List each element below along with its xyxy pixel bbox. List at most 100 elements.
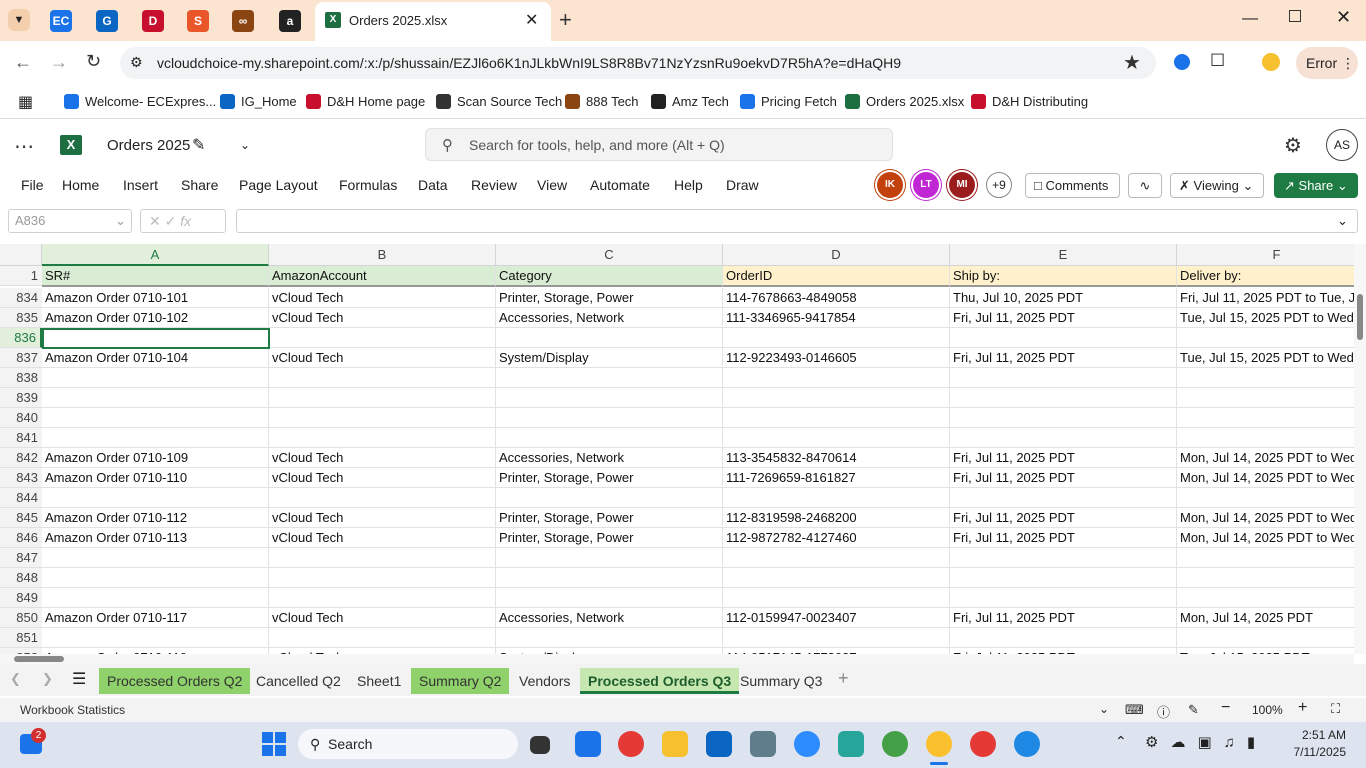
table-cell[interactable] bbox=[496, 568, 723, 588]
table-cell[interactable]: Amazon Order 0710-109 bbox=[42, 448, 269, 468]
comments-button[interactable]: □ Comments bbox=[1025, 173, 1120, 198]
collaborators-more[interactable]: +9 bbox=[986, 172, 1012, 198]
table-cell[interactable]: Fri, Jul 11, 2025 PDT bbox=[950, 348, 1177, 368]
table-cell[interactable] bbox=[269, 428, 496, 448]
zoom-out-button[interactable]: − bbox=[1221, 699, 1230, 717]
table-cell[interactable]: Printer, Storage, Power bbox=[496, 508, 723, 528]
table-cell[interactable] bbox=[42, 388, 269, 408]
table-cell[interactable]: 113-3545832-8470614 bbox=[723, 448, 950, 468]
table-cell[interactable]: vCloud Tech bbox=[269, 508, 496, 528]
all-sheets-menu-icon[interactable]: ☰ bbox=[72, 669, 86, 689]
vertical-scroll-thumb[interactable] bbox=[1357, 294, 1363, 340]
table-cell[interactable]: vCloud Tech bbox=[269, 308, 496, 328]
table-cell[interactable] bbox=[723, 408, 950, 428]
bookmark-item[interactable]: IG_Home bbox=[220, 92, 297, 110]
table-cell[interactable]: Fri, Jul 11, 2025 PDT bbox=[950, 308, 1177, 328]
extensions-puzzle-icon[interactable]: ☐ bbox=[1210, 51, 1225, 71]
menu-view[interactable]: View bbox=[537, 177, 567, 193]
table-cell[interactable]: Fri, Jul 11, 2025 PDT bbox=[950, 608, 1177, 628]
new-tab-button[interactable]: + bbox=[559, 7, 572, 33]
sheet-tab[interactable]: Summary Q2 bbox=[411, 668, 510, 694]
collaborator-avatar[interactable]: LT bbox=[913, 172, 939, 198]
row-header[interactable]: 842 bbox=[0, 448, 42, 468]
table-cell[interactable]: Amazon Order 0710-113 bbox=[42, 528, 269, 548]
table-cell[interactable] bbox=[1177, 568, 1354, 588]
table-cell[interactable] bbox=[723, 628, 950, 648]
table-cell[interactable] bbox=[1177, 368, 1354, 388]
table-cell[interactable] bbox=[269, 548, 496, 568]
table-cell[interactable]: Tue, Jul 15, 2025 PDT to Wed, bbox=[1177, 348, 1354, 368]
table-cell[interactable]: Mon, Jul 14, 2025 PDT to Wed bbox=[1177, 448, 1354, 468]
table-cell[interactable] bbox=[42, 548, 269, 568]
pinned-tab-amazon-icon[interactable]: a bbox=[279, 10, 301, 32]
menu-formulas[interactable]: Formulas bbox=[339, 177, 397, 193]
minimize-button[interactable]: — bbox=[1242, 10, 1258, 28]
column-title-cell[interactable]: Deliver by: bbox=[1177, 266, 1354, 287]
chrome-profile-1-icon[interactable] bbox=[882, 731, 908, 757]
column-header-a[interactable]: A bbox=[42, 244, 269, 266]
back-icon[interactable]: ← bbox=[14, 52, 32, 73]
table-cell[interactable] bbox=[950, 368, 1177, 388]
profile-avatar-icon[interactable] bbox=[1262, 53, 1280, 71]
column-header-f[interactable]: F bbox=[1177, 244, 1354, 266]
table-cell[interactable] bbox=[1177, 428, 1354, 448]
file-title[interactable]: Orders 2025 bbox=[107, 137, 190, 154]
table-cell[interactable] bbox=[1177, 548, 1354, 568]
menu-review[interactable]: Review bbox=[471, 177, 517, 193]
table-cell[interactable] bbox=[496, 588, 723, 608]
table-cell[interactable]: Fri, Jul 11, 2025 PDT bbox=[950, 448, 1177, 468]
tab-list-button[interactable]: ▼ bbox=[8, 9, 30, 31]
bookmark-item[interactable]: D&H Home page bbox=[306, 92, 425, 110]
share-button[interactable]: ↗ Share ⌄ bbox=[1274, 173, 1358, 198]
table-cell[interactable] bbox=[496, 628, 723, 648]
table-cell[interactable] bbox=[950, 588, 1177, 608]
menu-share[interactable]: Share bbox=[181, 177, 218, 193]
table-cell[interactable] bbox=[269, 368, 496, 388]
fullscreen-icon[interactable]: ⛶ bbox=[1331, 701, 1340, 717]
table-cell[interactable] bbox=[950, 488, 1177, 508]
zoom-level[interactable]: 100% bbox=[1252, 703, 1283, 717]
table-cell[interactable] bbox=[723, 588, 950, 608]
column-title-cell[interactable]: Category bbox=[496, 266, 723, 287]
clock-date[interactable]: 7/11/2025 bbox=[1280, 745, 1347, 759]
table-cell[interactable] bbox=[723, 368, 950, 388]
menu-insert[interactable]: Insert bbox=[123, 177, 158, 193]
catch-up-button[interactable]: ∿ bbox=[1128, 173, 1162, 198]
maximize-button[interactable] bbox=[1289, 10, 1301, 22]
row-header[interactable]: 845 bbox=[0, 508, 42, 528]
viewing-mode-button[interactable]: ✗ Viewing ⌄ bbox=[1170, 173, 1264, 198]
spreadsheet-grid[interactable]: A B C D E F 1 SR# AmazonAccount Category OrderID Sh… bbox=[0, 244, 1354, 654]
table-cell[interactable]: Fri, Jul 11, 2025 PDT to Tue, Jul bbox=[1177, 288, 1354, 308]
table-cell[interactable]: Accessories, Network bbox=[496, 608, 723, 628]
start-windows-icon[interactable] bbox=[262, 732, 286, 756]
table-cell[interactable]: Amazon Order 0710-117 bbox=[42, 608, 269, 628]
table-cell[interactable]: Accessories, Network bbox=[496, 448, 723, 468]
zoom-in-button[interactable]: + bbox=[1298, 699, 1307, 717]
table-cell[interactable]: Mon, Jul 14, 2025 PDT to Wed bbox=[1177, 528, 1354, 548]
workbook-statistics[interactable]: Workbook Statistics bbox=[20, 703, 125, 717]
chrome-profile-3-icon[interactable] bbox=[970, 731, 996, 757]
table-cell[interactable]: Amazon Order 0710-112 bbox=[42, 508, 269, 528]
sheet-tab[interactable]: Processed Orders Q2 bbox=[99, 668, 251, 694]
table-cell[interactable] bbox=[1177, 388, 1354, 408]
name-box-dropdown-icon[interactable]: ⌄ bbox=[115, 210, 126, 232]
row-header[interactable]: 835 bbox=[0, 308, 42, 328]
app-icon[interactable] bbox=[838, 731, 864, 757]
table-cell[interactable] bbox=[496, 388, 723, 408]
close-tab-icon[interactable]: ✕ bbox=[525, 10, 538, 30]
table-cell[interactable] bbox=[723, 428, 950, 448]
feedback-icon[interactable]: ✎ bbox=[1188, 702, 1199, 718]
table-cell[interactable]: Amazon Order 0710-102 bbox=[42, 308, 269, 328]
site-info-icon[interactable]: ⚙ bbox=[130, 54, 143, 71]
chrome-icon[interactable] bbox=[618, 731, 644, 757]
keyboard-icon[interactable]: ⌨ bbox=[1125, 702, 1144, 718]
table-cell[interactable] bbox=[1177, 488, 1354, 508]
row-header[interactable]: 844 bbox=[0, 488, 42, 508]
horizontal-scrollbar[interactable] bbox=[0, 654, 1354, 664]
status-dropdown-icon[interactable]: ⌄ bbox=[1099, 702, 1109, 716]
table-cell[interactable]: 112-8319598-2468200 bbox=[723, 508, 950, 528]
column-header-c[interactable]: C bbox=[496, 244, 723, 266]
url-field[interactable]: ⚙ vcloudchoice-my.sharepoint.com/:x:/p/s… bbox=[120, 47, 1156, 79]
table-cell[interactable]: Amazon Order 0710-104 bbox=[42, 348, 269, 368]
table-cell[interactable]: 111-7269659-8161827 bbox=[723, 468, 950, 488]
